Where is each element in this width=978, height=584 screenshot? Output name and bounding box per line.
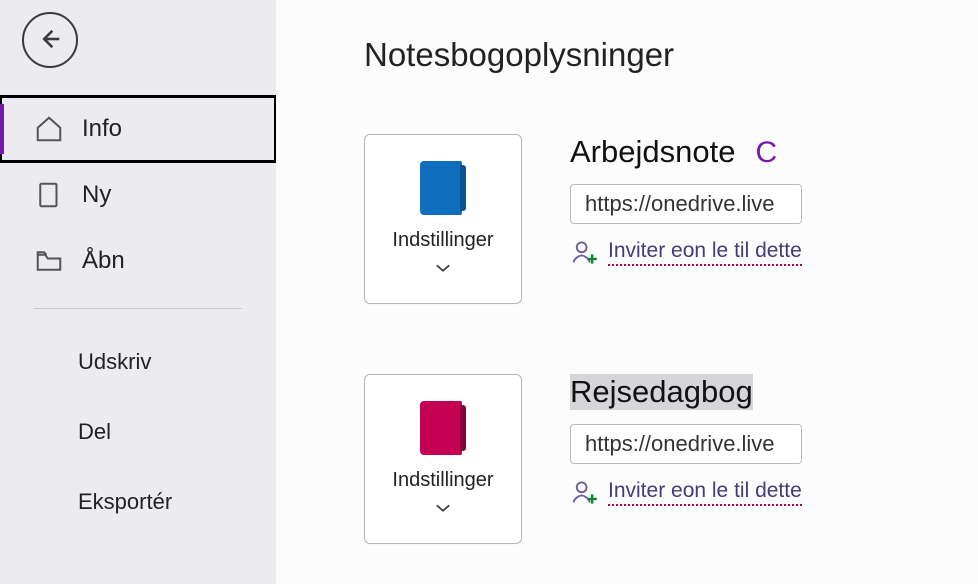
invite-link-text: Inviter eon le til dette <box>608 479 802 506</box>
settings-label: Indstillinger <box>392 229 493 252</box>
chevron-down-icon <box>434 262 452 277</box>
back-button[interactable] <box>22 12 78 68</box>
invite-link[interactable]: Inviter eon le til dette <box>570 238 802 266</box>
nav-item-info[interactable]: Info <box>0 96 276 162</box>
person-add-icon <box>570 478 598 506</box>
invite-link-text: Inviter eon le til dette <box>608 239 802 266</box>
notebook-title: Arbejdsnote <box>570 134 735 170</box>
nav-item-print[interactable]: Udskriv <box>0 327 276 397</box>
notebook-path-field[interactable]: https://onedrive.live <box>570 184 802 224</box>
main-content: Notesbogoplysninger Indstillinger Arbejd… <box>276 0 978 584</box>
notebook-details: Arbejdsnote C https://onedrive.live Invi… <box>570 134 802 266</box>
invite-link[interactable]: Inviter eon le til dette <box>570 478 802 506</box>
nav-item-new[interactable]: Ny <box>0 162 276 228</box>
notebook-title-row: Rejsedagbog <box>570 374 802 410</box>
notebook-row: Indstillinger Arbejdsnote C https://oned… <box>364 134 978 304</box>
backstage-sidebar: Info Ny Åbn Udskriv Del Eksportér <box>0 0 276 584</box>
nav-item-label: Ny <box>82 181 111 209</box>
notebook-settings-button[interactable]: Indstillinger <box>364 134 522 304</box>
chevron-down-icon <box>434 502 452 517</box>
notebook-icon <box>420 401 466 455</box>
person-add-icon <box>570 238 598 266</box>
notebook-row: Indstillinger Rejsedagbog https://onedri… <box>364 374 978 544</box>
notebook-blank-icon <box>34 180 64 210</box>
notebook-path-field[interactable]: https://onedrive.live <box>570 424 802 464</box>
home-icon <box>34 114 64 144</box>
sidebar-separator <box>34 308 242 309</box>
notebook-details: Rejsedagbog https://onedrive.live Invite… <box>570 374 802 506</box>
page-title: Notesbogoplysninger <box>364 36 978 74</box>
folder-open-icon <box>34 246 64 276</box>
notebook-title-row: Arbejdsnote C <box>570 134 802 170</box>
notebook-settings-button[interactable]: Indstillinger <box>364 374 522 544</box>
notebook-badge: C <box>755 136 777 170</box>
arrow-left-icon <box>36 25 64 56</box>
nav-item-export[interactable]: Eksportér <box>0 467 276 537</box>
nav-item-open[interactable]: Åbn <box>0 228 276 294</box>
settings-label: Indstillinger <box>392 469 493 492</box>
notebook-title: Rejsedagbog <box>570 374 753 410</box>
notebook-icon <box>420 161 466 215</box>
primary-nav: Info Ny Åbn Udskriv Del Eksportér <box>0 96 276 537</box>
nav-item-label: Åbn <box>82 247 125 275</box>
nav-item-share[interactable]: Del <box>0 397 276 467</box>
nav-item-label: Info <box>82 115 122 143</box>
